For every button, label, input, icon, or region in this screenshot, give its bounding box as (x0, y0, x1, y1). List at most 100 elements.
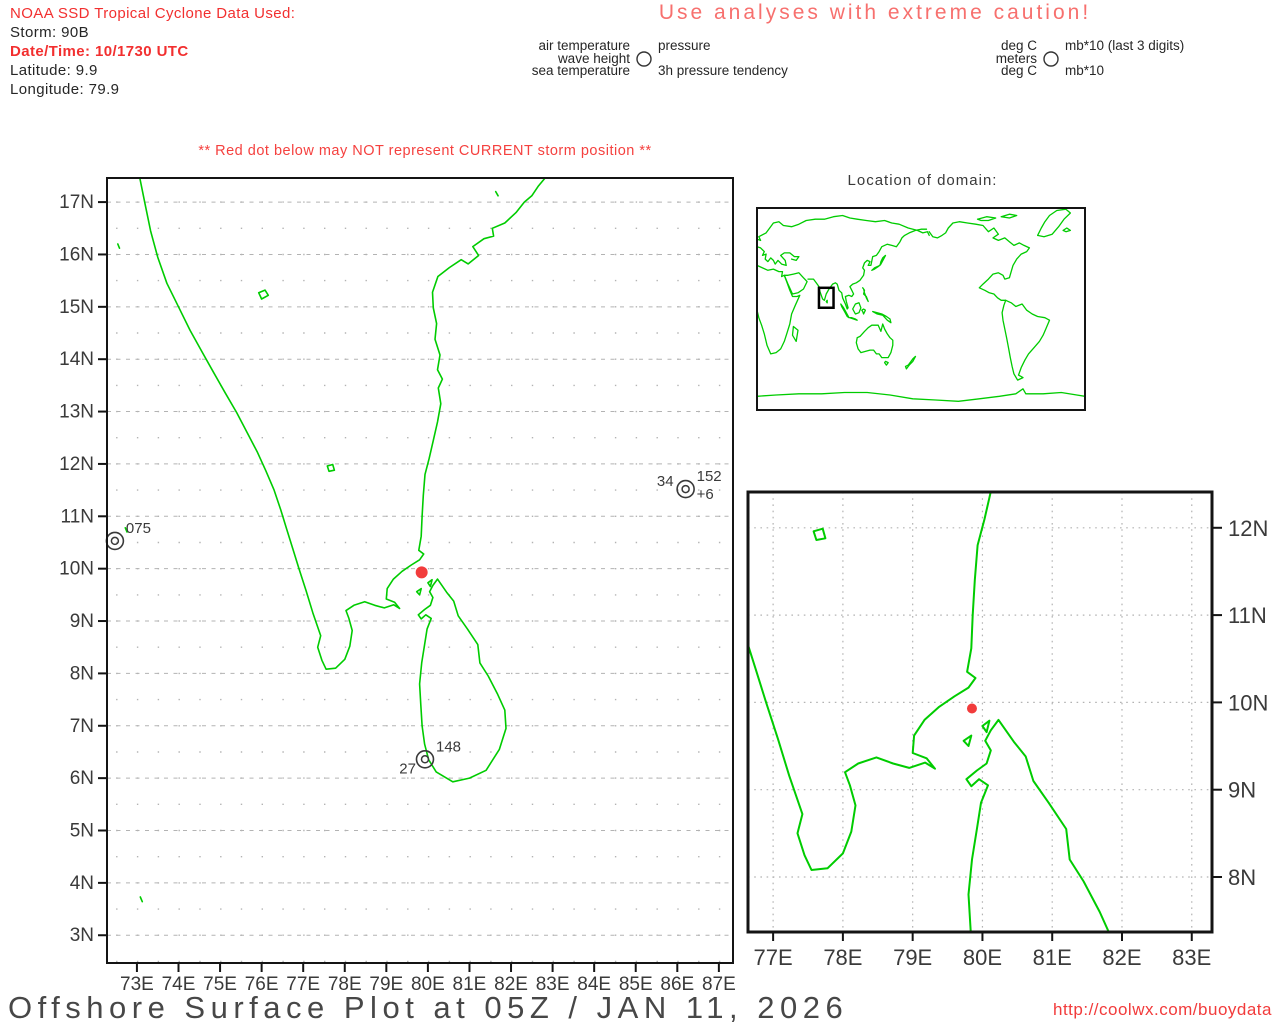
coastline-lake_a (257, 289, 270, 300)
coastline-mark_d (494, 190, 499, 197)
coastline-w_greenland (1036, 208, 1072, 238)
world-inset-canvas (756, 207, 1086, 411)
station-inner-circle (420, 755, 430, 764)
coastline-mark_c (139, 896, 144, 903)
info-longitude-line: Longitude: 79.9 (10, 81, 120, 98)
plot-title: Offshore Surface Plot at 05Z / JAN 11, 2… (8, 990, 849, 1025)
y-tick-label: 9N (1228, 778, 1256, 803)
y-tick-label: 3N (70, 925, 94, 946)
world-inset-map (750, 165, 1095, 420)
coastline-islet_b (981, 719, 991, 734)
storm-position-dot (966, 703, 977, 714)
coastline-w_asia_east (807, 228, 928, 310)
x-tick-label: 83E (1172, 945, 1211, 970)
coastline-w_tasmania (883, 360, 889, 366)
coastline-w_europe_med (757, 246, 800, 267)
y-tick-label: 17N (59, 192, 94, 213)
x-tick-label: 81E (1033, 945, 1072, 970)
coastline-mark_b (116, 243, 121, 249)
coastline-lake_b (326, 463, 336, 473)
station-value-bl: 27 (399, 760, 416, 777)
unit-degc2-label: deg C (1000, 63, 1037, 79)
coastline-w_sulawesi (861, 308, 867, 315)
main-map-canvas: 07534 152+62714873E 74E 75E 76E 77E 78E 79E 80E 8… (59, 177, 736, 995)
coastline-w_australia (855, 323, 894, 359)
coastline-lake_b (812, 527, 827, 541)
station-outer-circle (105, 531, 125, 551)
detail-map-frame (746, 490, 1214, 934)
station-legend-left-labels: air temperature wave height sea temperat… (420, 39, 630, 78)
coastline-w_iceland (1062, 227, 1072, 233)
detail-map: 77E 78E 79E 80E 81E 82E 83E 12N 11N 10N 9N 8N (740, 480, 1280, 980)
y-tick-label: 12N (1228, 516, 1268, 541)
coastline-w_new_guinea (872, 310, 892, 324)
coastline-w_arabia (783, 272, 808, 295)
coastline-w_africa (757, 264, 801, 355)
y-tick-label: 12N (59, 454, 94, 475)
x-tick-label: 77E (754, 945, 793, 970)
station-circle-icon (1043, 51, 1059, 67)
y-tick-label: 14N (59, 349, 94, 370)
x-tick-label: 80E (963, 945, 1002, 970)
y-tick-label: 16N (59, 244, 94, 265)
detail-gridlines (748, 492, 1212, 932)
station-outer-circle (415, 749, 435, 769)
units-legend: deg C meters deg C mb*10 (last 3 digits)… (880, 38, 1185, 79)
storm-position-warning: ** Red dot below may NOT represent CURRE… (198, 143, 652, 159)
station-buoy-27-148: 27 148 (399, 738, 461, 777)
units-legend-right-labels: mb*10 (last 3 digits) mb*10 (1065, 38, 1185, 79)
x-tick-label: 78E (823, 945, 862, 970)
storm-info-block: NOAA SSD Tropical Cyclone Data Used: Sto… (10, 4, 295, 99)
coastline-w_japan (871, 254, 887, 271)
coastline-w_philippines (862, 287, 869, 303)
detail-coastlines (748, 492, 1110, 932)
station-value-tr: 152 (697, 468, 722, 485)
main-gridlines (107, 201, 733, 963)
storm-position-dot (415, 566, 428, 579)
info-storm-line: Storm: 90B (10, 24, 90, 41)
coastline-w_lanka_dot (825, 299, 828, 304)
station-inner-circle (110, 536, 120, 546)
half-degree-dots (116, 201, 721, 963)
coastline-w_antarctica (757, 388, 1085, 402)
station-buoy-075: 075 (105, 520, 151, 551)
y-tick-label: 4N (70, 873, 94, 894)
legend-pressure-tendency-label: 3h pressure tendency (658, 63, 788, 79)
unit-mb10-digits-label: mb*10 (last 3 digits) (1065, 38, 1185, 53)
station-value-tr: 075 (126, 520, 151, 537)
coastline-w_new_zealand (904, 355, 917, 370)
coastline-w_borneo (852, 302, 862, 315)
coastline-w_north_america (928, 221, 1031, 301)
y-tick-label: 10N (59, 559, 94, 580)
coastline-sri_lanka (965, 718, 1110, 932)
inset-coastlines (757, 208, 1085, 402)
coastline-w_south_america (1001, 299, 1051, 381)
y-tick-label: 13N (59, 402, 94, 423)
unit-mb10-label: mb*10 (1065, 63, 1105, 79)
coastline-w_arctic_1 (976, 216, 997, 222)
info-source-line: NOAA SSD Tropical Cyclone Data Used: (10, 5, 296, 22)
coastline-w_arctic_2 (1000, 213, 1018, 219)
x-tick-label: 79E (893, 945, 932, 970)
coastline-islet_a (415, 587, 423, 596)
coastline-islet_a (962, 734, 973, 747)
coastline-sri_lanka (417, 578, 507, 783)
detail-map-canvas: 77E 78E 79E 80E 81E 82E 83E 12N 11N 10N 9N 8N (746, 490, 1268, 970)
y-tick-label: 10N (1228, 690, 1268, 715)
y-tick-label: 5N (70, 821, 94, 842)
inset-map-frame (756, 207, 1086, 411)
info-datetime-line: Date/Time: 10/1730 UTC (10, 43, 189, 60)
y-tick-label: 7N (70, 716, 94, 737)
station-buoy-34-152: 34 152+6 (657, 468, 722, 503)
x-tick-label: 82E (1102, 945, 1141, 970)
station-outer-circle (676, 479, 695, 499)
station-model-legend: air temperature wave height sea temperat… (420, 39, 788, 79)
station-circle-icon (636, 51, 652, 67)
station-inner-circle (681, 484, 690, 494)
coastline-islet_b (427, 578, 433, 588)
y-tick-label: 8N (1228, 865, 1256, 890)
main-coastlines (116, 178, 546, 903)
coastline-w_madagascar (791, 325, 799, 343)
domain-box (817, 286, 835, 310)
y-tick-label: 11N (61, 506, 94, 527)
